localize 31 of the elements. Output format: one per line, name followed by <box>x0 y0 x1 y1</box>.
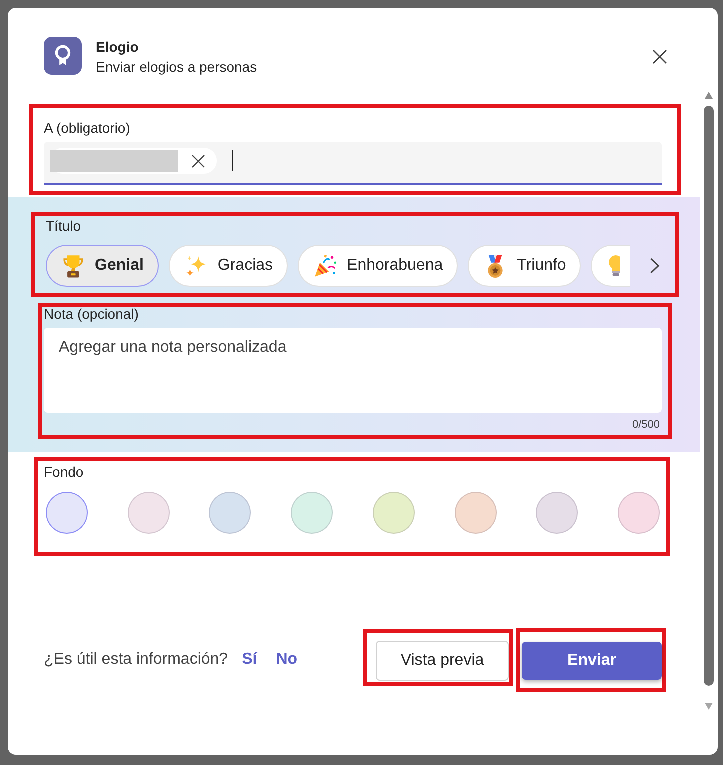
title-option[interactable]: Genial <box>46 245 159 287</box>
background-swatch[interactable] <box>46 492 88 534</box>
title-option[interactable]: Triunfo <box>468 245 582 287</box>
title-option[interactable] <box>591 245 630 287</box>
close-icon[interactable] <box>653 50 667 64</box>
scroll-up-arrow-icon[interactable] <box>705 92 713 99</box>
title-option[interactable]: Gracias <box>168 245 288 287</box>
award-icon <box>44 37 82 75</box>
send-button[interactable]: Enviar <box>522 642 662 680</box>
title-option[interactable]: Enhorabuena <box>298 245 458 287</box>
scroll-down-arrow-icon[interactable] <box>705 703 713 710</box>
title-label: Título <box>46 218 82 234</box>
lightbulb-icon <box>608 254 620 278</box>
background-label: Fondo <box>44 465 84 480</box>
preview-button[interactable]: Vista previa <box>376 641 509 681</box>
dialog-subtitle: Enviar elogios a personas <box>96 58 258 76</box>
character-counter: 0/500 <box>632 418 660 432</box>
dialog-title: Elogio <box>96 38 139 56</box>
scrollbar-thumb[interactable] <box>704 106 714 686</box>
note-field[interactable]: Agregar una nota personalizada <box>44 328 662 413</box>
text-cursor <box>232 150 233 171</box>
feedback-link[interactable]: No <box>276 650 298 670</box>
feedback-link[interactable]: Sí <box>242 650 258 670</box>
remove-icon[interactable] <box>192 154 205 168</box>
party-popper-icon <box>313 254 338 278</box>
note-label: Nota (opcional) <box>44 307 139 322</box>
feedback-question: ¿Es útil esta información? <box>44 650 228 670</box>
chevron-right-icon[interactable] <box>650 258 660 274</box>
recipient-field[interactable] <box>44 142 662 185</box>
recipient-label: A (obligatorio) <box>44 120 130 136</box>
trophy-icon <box>61 254 86 278</box>
